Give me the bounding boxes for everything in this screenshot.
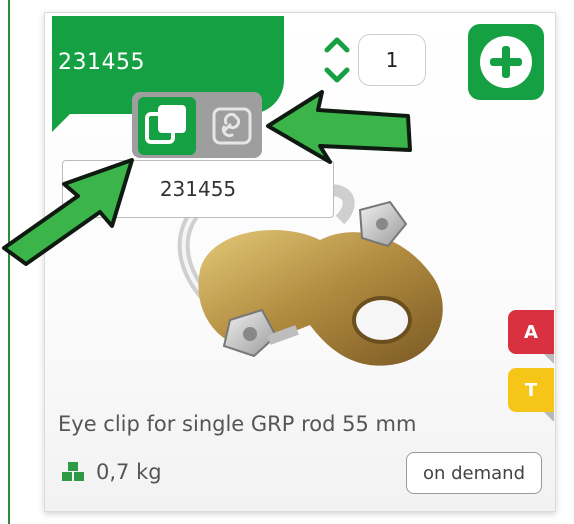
quantity-field[interactable]: 1 xyxy=(358,34,426,86)
product-sku: 231455 xyxy=(58,50,145,75)
plus-circle-icon xyxy=(480,36,532,88)
badge-a: A xyxy=(508,310,554,364)
sku-tab-notch xyxy=(52,110,74,132)
left-border xyxy=(8,0,10,524)
up-down-chevron-icon[interactable] xyxy=(322,34,352,86)
availability-badge: on demand xyxy=(406,452,542,494)
badge-t: T xyxy=(508,368,554,422)
copy-link-button[interactable] xyxy=(206,97,258,155)
product-name[interactable]: Eye clip for single GRP rod 55 mm xyxy=(58,412,416,436)
boxes-icon xyxy=(62,462,84,481)
add-to-cart-button[interactable] xyxy=(468,24,544,100)
link-icon xyxy=(212,107,252,145)
product-weight: 0,7 kg xyxy=(96,460,162,484)
copy-icon xyxy=(145,105,186,144)
sku-dropdown[interactable]: 231455 xyxy=(62,160,334,218)
copy-sku-button[interactable] xyxy=(138,97,196,155)
